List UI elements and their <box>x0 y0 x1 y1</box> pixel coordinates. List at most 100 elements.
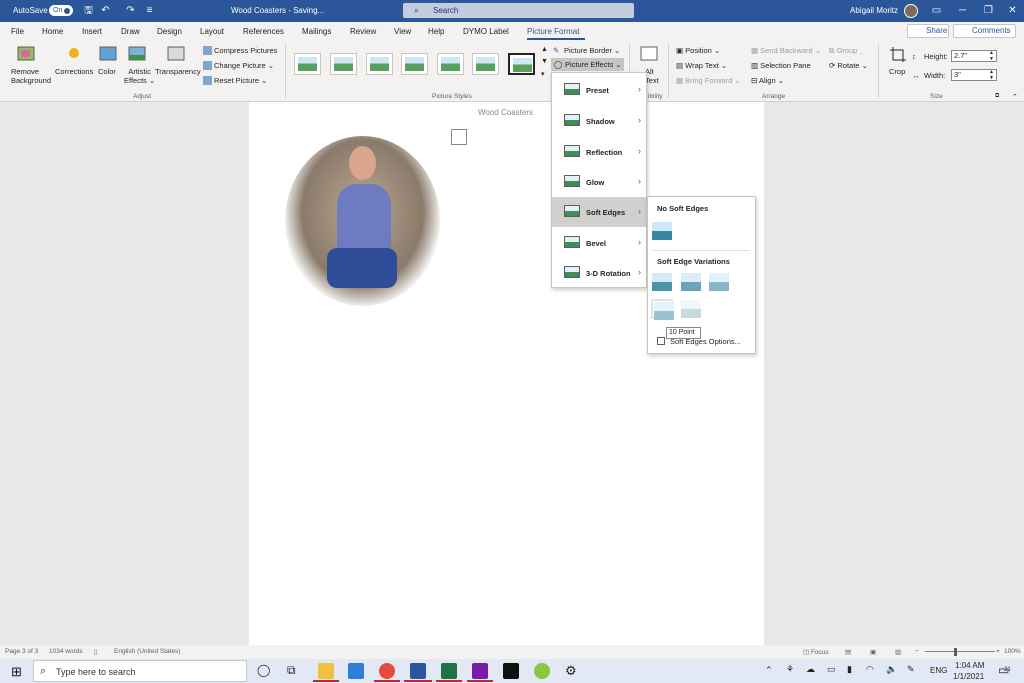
cortana-icon[interactable]: ◯ <box>257 663 270 677</box>
tab-file[interactable]: File <box>11 27 24 36</box>
change-picture-button[interactable]: Change Picture ⌄ <box>214 61 274 70</box>
language[interactable]: English (United States) <box>114 648 180 655</box>
picture-style-3[interactable] <box>366 53 393 75</box>
styles-more[interactable]: ▾ <box>541 70 545 78</box>
picture-style-7[interactable] <box>508 53 535 75</box>
menu-item-preset[interactable]: Preset › <box>552 75 646 105</box>
wifi-icon[interactable]: ◠ <box>866 664 874 675</box>
tab-dymo-label[interactable]: DYMO Label <box>463 27 509 36</box>
artistic-effects-button[interactable]: Artistic Effects ⌄ <box>124 67 155 85</box>
tab-draw[interactable]: Draw <box>121 27 140 36</box>
collapse-ribbon-icon[interactable]: ⌃ <box>1012 93 1018 101</box>
position-button[interactable]: ▣ Position ⌄ <box>676 46 720 55</box>
page-count[interactable]: Page 3 of 3 <box>5 648 38 655</box>
tab-help[interactable]: Help <box>428 27 444 36</box>
clock-date[interactable]: 1/1/2021 <box>953 672 984 681</box>
group-button[interactable]: ⧉ Group ⌄ <box>829 46 863 56</box>
clock-time[interactable]: 1:04 AM <box>955 661 984 670</box>
proofing-icon[interactable]: ▯ <box>94 648 98 656</box>
onenote-icon[interactable] <box>472 663 488 679</box>
tab-references[interactable]: References <box>243 27 284 36</box>
soft-edge-2-5pt[interactable] <box>680 272 702 292</box>
tab-design[interactable]: Design <box>157 27 182 36</box>
picture-style-5[interactable] <box>437 53 464 75</box>
tab-picture-format[interactable]: Picture Format <box>527 27 579 36</box>
picture-border-button[interactable]: Picture Border ⌄ <box>564 46 620 55</box>
undo-icon[interactable]: ↶ <box>99 4 112 17</box>
taskbar-search-input[interactable]: ⌕ Type here to search <box>33 660 247 682</box>
camera-icon[interactable]: ▭ <box>827 664 836 675</box>
picture-style-1[interactable] <box>294 53 321 75</box>
zoom-level[interactable]: 100% <box>1004 648 1021 655</box>
compress-pictures-button[interactable]: Compress Pictures <box>214 46 277 55</box>
no-soft-edges-option[interactable] <box>651 221 673 241</box>
crop-button[interactable]: Crop <box>889 67 905 76</box>
chrome-icon[interactable] <box>379 663 395 679</box>
save-icon[interactable]: 🖫 <box>82 4 95 17</box>
height-field[interactable]: 2.7" ▲ ▼ <box>951 50 997 62</box>
windows-start-icon[interactable]: ⊞ <box>11 664 22 680</box>
bring-forward-button[interactable]: ▦ Bring Forward ⌄ <box>676 76 741 85</box>
minimize-icon[interactable]: ─ <box>956 4 969 17</box>
tab-layout[interactable]: Layout <box>200 27 224 36</box>
selected-picture[interactable] <box>285 136 440 306</box>
picture-effects-button[interactable]: ◯ Picture Effects ⌄ <box>551 58 624 71</box>
transparency-button[interactable]: Transparency <box>155 67 201 76</box>
settings-gear-icon[interactable]: ⚙ <box>565 663 577 679</box>
word-icon[interactable] <box>410 663 426 679</box>
menu-item-glow[interactable]: Glow › <box>552 167 646 197</box>
tab-review[interactable]: Review <box>350 27 376 36</box>
web-layout-icon[interactable]: ▥ <box>895 648 901 656</box>
ribbon-display-icon[interactable]: ▭ <box>930 4 943 17</box>
page-header[interactable]: Wood Coasters <box>478 108 533 117</box>
color-button[interactable]: Color <box>98 67 116 76</box>
tab-mailings[interactable]: Mailings <box>302 27 331 36</box>
picture-style-4[interactable] <box>401 53 428 75</box>
soft-edge-1pt[interactable] <box>651 272 673 292</box>
system-tray-icon[interactable]: ⚘ <box>786 664 794 675</box>
soft-edge-10pt[interactable] <box>651 299 674 320</box>
rotate-button[interactable]: ⟳ Rotate ⌄ <box>829 61 868 70</box>
menu-item-3d-rotation[interactable]: 3-D Rotation › <box>552 258 646 288</box>
focus-button[interactable]: ◫ Focus <box>803 648 829 656</box>
send-backward-button[interactable]: ▦ Send Backward ⌄ <box>751 46 821 55</box>
read-mode-icon[interactable]: ▤ <box>845 648 851 656</box>
autosave-toggle[interactable]: On <box>49 5 73 16</box>
redo-icon[interactable]: ↷ <box>124 4 137 17</box>
task-view-icon[interactable]: ⧉ <box>287 663 296 678</box>
search-input[interactable]: ⌕ Search <box>403 3 634 18</box>
menu-item-bevel[interactable]: Bevel › <box>552 228 646 258</box>
menu-item-soft-edges[interactable]: Soft Edges › <box>552 197 646 227</box>
menu-item-shadow[interactable]: Shadow › <box>552 106 646 136</box>
tab-home[interactable]: Home <box>42 27 63 36</box>
cloud-icon[interactable]: ☁ <box>806 664 815 675</box>
soft-edge-5pt[interactable] <box>708 272 730 292</box>
styles-scroll-up[interactable]: ▲ <box>541 46 548 53</box>
volume-icon[interactable]: 🔈 <box>886 664 897 675</box>
tab-view[interactable]: View <box>394 27 411 36</box>
input-language[interactable]: ENG <box>930 666 947 675</box>
corrections-button[interactable]: Corrections <box>55 67 93 76</box>
user-name[interactable]: Abigail Moritz <box>850 6 898 15</box>
wrap-text-button[interactable]: ▤ Wrap Text ⌄ <box>676 61 727 70</box>
layout-options-icon[interactable] <box>451 129 467 145</box>
width-field[interactable]: 3" ▲ ▼ <box>951 69 997 81</box>
word-count[interactable]: 1034 words <box>49 648 83 655</box>
battery-icon[interactable]: ▮ <box>847 664 852 675</box>
zoom-out-icon[interactable]: − <box>915 648 919 655</box>
avatar[interactable] <box>904 4 918 18</box>
close-icon[interactable]: ✕ <box>1006 4 1019 17</box>
size-dialog-launcher[interactable]: ⧉ <box>995 93 999 100</box>
remove-background-button[interactable]: Remove Background <box>11 67 51 85</box>
picture-style-2[interactable] <box>330 53 357 75</box>
reset-picture-button[interactable]: Reset Picture ⌄ <box>214 76 267 85</box>
netflix-icon[interactable] <box>503 663 519 679</box>
zoom-slider-thumb[interactable] <box>954 648 957 656</box>
app-icon[interactable] <box>534 663 550 679</box>
document-title[interactable]: Wood Coasters - Saving... <box>231 6 324 15</box>
mail-icon[interactable] <box>348 663 364 679</box>
picture-style-6[interactable] <box>472 53 499 75</box>
customize-qat-icon[interactable]: ≡ <box>143 4 156 17</box>
maximize-icon[interactable]: ❐ <box>982 4 995 17</box>
alt-text-button[interactable]: Alt Text <box>645 67 659 85</box>
